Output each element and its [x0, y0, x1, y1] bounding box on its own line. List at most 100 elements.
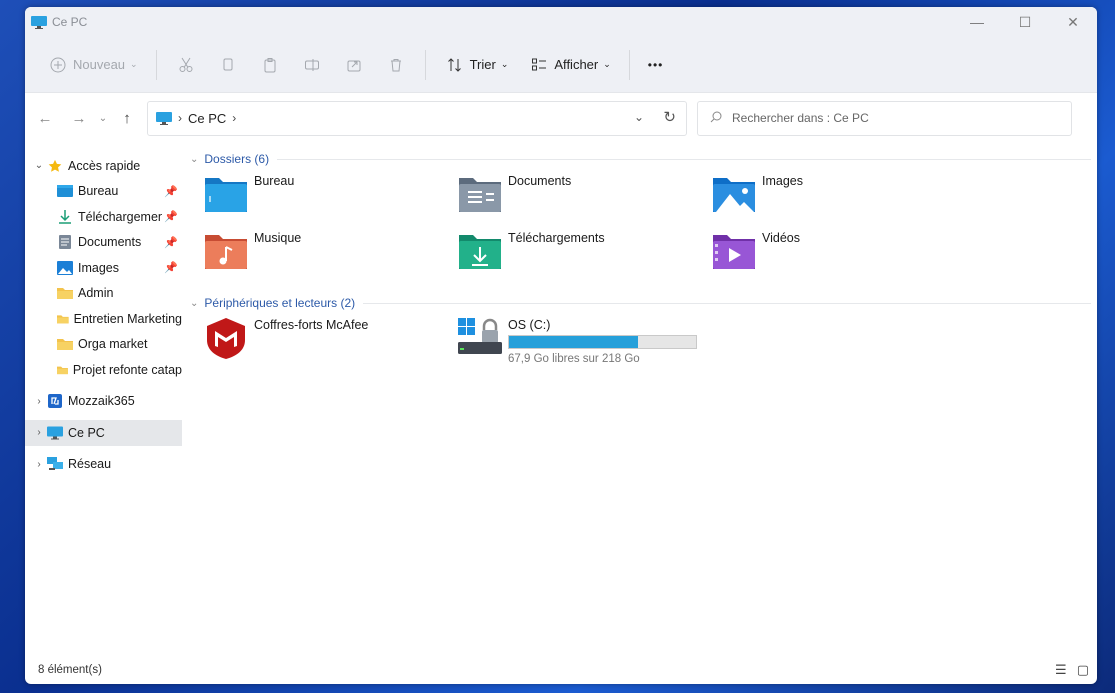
mcafee-icon [207, 318, 245, 359]
pictures-icon [57, 260, 73, 275]
star-icon [48, 159, 62, 172]
sidebar-item-entretien-marketing[interactable]: Entretien Marketing [25, 306, 182, 332]
documents-folder-icon [459, 178, 501, 212]
back-arrow-icon[interactable]: ← [31, 104, 59, 132]
music-folder-icon [205, 235, 247, 269]
details-view-icon[interactable]: ☰ [1055, 662, 1067, 678]
copy-button[interactable] [207, 47, 249, 83]
network-icon [47, 457, 63, 471]
sidebar-item-network[interactable]: › Réseau [25, 452, 182, 478]
sidebar-label: Mozzaik365 [68, 394, 135, 409]
clipboard-icon [259, 54, 281, 76]
breadcrumb-this-pc[interactable]: Ce PC [188, 111, 226, 126]
scissors-icon [175, 54, 197, 76]
pin-icon[interactable]: 📌 [162, 210, 178, 224]
devices-group-header[interactable]: ⌄ Périphériques et lecteurs (2) [190, 293, 1097, 313]
new-button[interactable]: Nouveau ⌄ [37, 47, 148, 83]
toolbar-divider [628, 49, 630, 80]
device-tile-mcafee[interactable]: Coffres-forts McAfee [204, 313, 458, 370]
folder-name: Téléchargements [508, 231, 605, 245]
title-bar: Ce PC — ☐ ✕ [25, 7, 1097, 37]
sidebar-label: Accès rapide [68, 158, 141, 173]
delete-button[interactable] [375, 47, 417, 83]
navigation-pane: ⌄ Accès rapide Bureau 📌 Téléchargements … [25, 143, 182, 656]
folder-tile-documents[interactable]: Documents [458, 169, 712, 226]
pin-icon[interactable]: 📌 [162, 184, 178, 198]
folder-tile-videos[interactable]: Vidéos [712, 226, 966, 283]
breadcrumb-chevron-icon[interactable]: › [232, 111, 236, 125]
share-icon [343, 54, 365, 76]
address-bar[interactable]: › Ce PC › ⌄ ↻ [147, 100, 687, 136]
desktop-folder-icon [57, 185, 73, 198]
device-name: OS (C:) [508, 318, 551, 332]
chevron-down-icon: ⌄ [603, 59, 611, 69]
chevron-down-icon[interactable]: ⌄ [31, 160, 47, 171]
folder-name: Images [762, 174, 803, 188]
sidebar-label: Entretien Marketing [73, 311, 182, 326]
pin-icon[interactable]: 📌 [162, 261, 178, 275]
address-history-chevron-icon[interactable]: ⌄ [634, 110, 644, 124]
sidebar-label: Ce PC [68, 425, 105, 440]
sidebar-item-admin[interactable]: Admin [25, 281, 182, 307]
sidebar-label: Téléchargements [78, 209, 175, 224]
minimize-button[interactable]: — [953, 7, 1001, 37]
sidebar-item-quick-access[interactable]: ⌄ Accès rapide [25, 153, 182, 179]
devices-grid: Coffres-forts McAfee OS (C:) 67,9 Go lib… [190, 313, 1097, 370]
sidebar-item-onedrive[interactable]: › Mozzaik365 [25, 389, 182, 415]
chevron-right-icon[interactable]: › [31, 427, 47, 438]
device-tile-os-c[interactable]: OS (C:) 67,9 Go libres sur 218 Go [458, 313, 712, 370]
folder-tile-images[interactable]: Images [712, 169, 966, 226]
this-pc-icon [31, 15, 47, 29]
content-area: ⌄ Accès rapide Bureau 📌 Téléchargements … [25, 143, 1097, 656]
folders-grid: Bureau Documents Images Musique Téléchar… [190, 169, 1097, 283]
recent-locations-chevron-icon[interactable]: ⌄ [93, 104, 113, 132]
toolbar-divider [424, 49, 426, 80]
sidebar-item-documents[interactable]: Documents 📌 [25, 230, 182, 256]
close-button[interactable]: ✕ [1049, 7, 1097, 37]
rename-button[interactable] [291, 47, 333, 83]
refresh-icon[interactable]: ↻ [663, 108, 676, 126]
chevron-down-icon[interactable]: ⌄ [190, 298, 198, 309]
chevron-right-icon[interactable]: › [31, 396, 47, 407]
chevron-down-icon[interactable]: ⌄ [190, 154, 198, 165]
folder-name: Bureau [254, 174, 295, 188]
forward-arrow-icon[interactable]: → [65, 104, 93, 132]
group-title: Dossiers (6) [204, 152, 270, 166]
drive-info: OS (C:) 67,9 Go libres sur 218 Go [508, 316, 697, 365]
view-button[interactable]: Afficher ⌄ [518, 47, 620, 83]
sidebar-item-bureau[interactable]: Bureau 📌 [25, 179, 182, 205]
item-count: 8 élément(s) [38, 664, 102, 676]
sidebar-label: Documents [78, 235, 142, 250]
folder-icon [57, 339, 73, 351]
folder-tile-musique[interactable]: Musique [204, 226, 458, 283]
sidebar-item-images[interactable]: Images 📌 [25, 255, 182, 281]
maximize-button[interactable]: ☐ [1001, 7, 1049, 37]
toolbar-divider [155, 49, 157, 80]
device-name: Coffres-forts McAfee [254, 318, 369, 332]
sidebar-label: Images [78, 260, 119, 275]
sidebar-label: Réseau [68, 457, 112, 472]
sort-label: Trier [469, 57, 496, 72]
chevron-right-icon[interactable]: › [31, 459, 47, 470]
sort-button[interactable]: Trier ⌄ [434, 47, 519, 83]
downloads-folder-icon [459, 235, 501, 269]
drive-free-space: 67,9 Go libres sur 218 Go [508, 353, 640, 365]
search-box[interactable]: Rechercher dans : Ce PC [697, 100, 1072, 136]
onedrive-business-icon [48, 394, 62, 409]
tiles-view-icon[interactable]: ▢ [1077, 662, 1089, 678]
pin-icon[interactable]: 📌 [162, 235, 178, 249]
sidebar-item-this-pc[interactable]: › Ce PC [25, 420, 182, 446]
share-button[interactable] [333, 47, 375, 83]
more-options-button[interactable]: ••• [638, 47, 674, 83]
paste-button[interactable] [249, 47, 291, 83]
up-arrow-icon[interactable]: ↑ [113, 104, 141, 132]
folder-tile-bureau[interactable]: Bureau [204, 169, 458, 226]
chevron-down-icon: ⌄ [130, 59, 138, 69]
sidebar-item-projet-refonte[interactable]: Projet refonte catap [25, 357, 182, 383]
folders-group-header[interactable]: ⌄ Dossiers (6) [190, 149, 1097, 169]
copy-icon [217, 54, 239, 76]
sidebar-item-downloads[interactable]: Téléchargements 📌 [25, 204, 182, 230]
cut-button[interactable] [165, 47, 207, 83]
folder-tile-telechargements[interactable]: Téléchargements [458, 226, 712, 283]
sidebar-item-orga-market[interactable]: Orga market [25, 332, 182, 358]
